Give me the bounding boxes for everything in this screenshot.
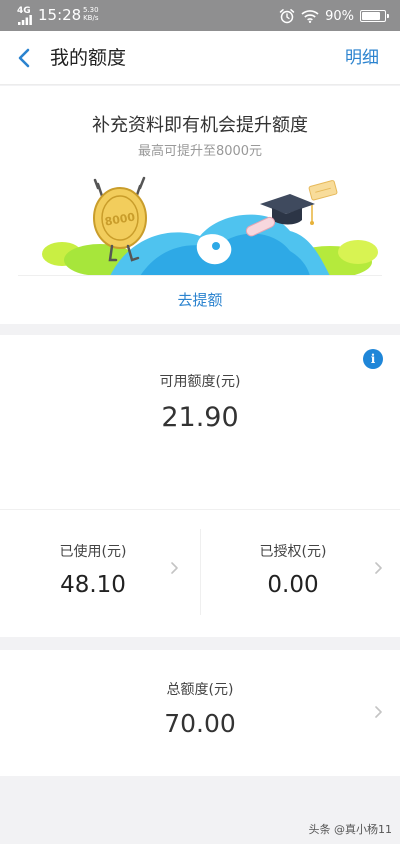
total-label: 总额度(元): [166, 682, 234, 698]
available-label: 可用额度(元): [159, 374, 241, 390]
available-card: i 可用额度(元) 21.90 已使用(元) 48.10 已授权(元) 0.00: [0, 335, 400, 637]
battery-level-fill: [362, 12, 380, 20]
signal-icon: [18, 15, 32, 25]
promo-subtitle: 最高可提升至8000元: [137, 144, 263, 159]
back-arrow-icon[interactable]: [12, 45, 38, 71]
promo-illustration: 8000: [42, 176, 378, 276]
battery-percent: 90%: [325, 8, 354, 24]
promo-card: 补充资料即有机会提升额度 最高可提升至8000元 8000 去提额: [0, 86, 400, 324]
battery-icon: [360, 10, 389, 22]
info-icon[interactable]: i: [363, 349, 383, 369]
authorized-value: 0.00: [267, 572, 319, 598]
chevron-right-icon: [375, 706, 382, 718]
network-speed-value: 5.30: [83, 6, 99, 14]
chevron-right-icon: [171, 562, 178, 574]
wifi-icon: [301, 10, 319, 23]
watermark: 头条 @真小杨11: [308, 823, 393, 836]
network-speed: 5.30 KB/s: [83, 6, 99, 22]
promo-title: 补充资料即有机会提升额度: [92, 115, 308, 136]
status-icons: 90%: [279, 6, 389, 26]
total-card[interactable]: 总额度(元) 70.00: [0, 650, 400, 776]
used-value: 48.10: [60, 572, 126, 598]
total-value: 70.00: [164, 709, 236, 738]
authorized-label: 已授权(元): [259, 544, 327, 560]
used-cell[interactable]: 已使用(元) 48.10: [0, 510, 200, 637]
promo-divider: [18, 275, 382, 276]
alarm-icon: [279, 9, 295, 24]
network-speed-unit: KB/s: [83, 14, 99, 22]
authorized-cell[interactable]: 已授权(元) 0.00: [200, 510, 400, 637]
detail-link[interactable]: 明细: [345, 47, 379, 69]
nav-bar: 我的额度 明细: [0, 31, 400, 85]
chevron-right-icon: [375, 562, 382, 574]
available-value: 21.90: [161, 402, 239, 433]
page-title: 我的额度: [50, 47, 127, 69]
status-bar: 4G 15:28 5.30 KB/s 90%: [0, 0, 400, 31]
clock: 15:28: [38, 6, 82, 24]
raise-limit-button[interactable]: 去提额: [0, 290, 400, 310]
used-label: 已使用(元): [59, 544, 127, 560]
